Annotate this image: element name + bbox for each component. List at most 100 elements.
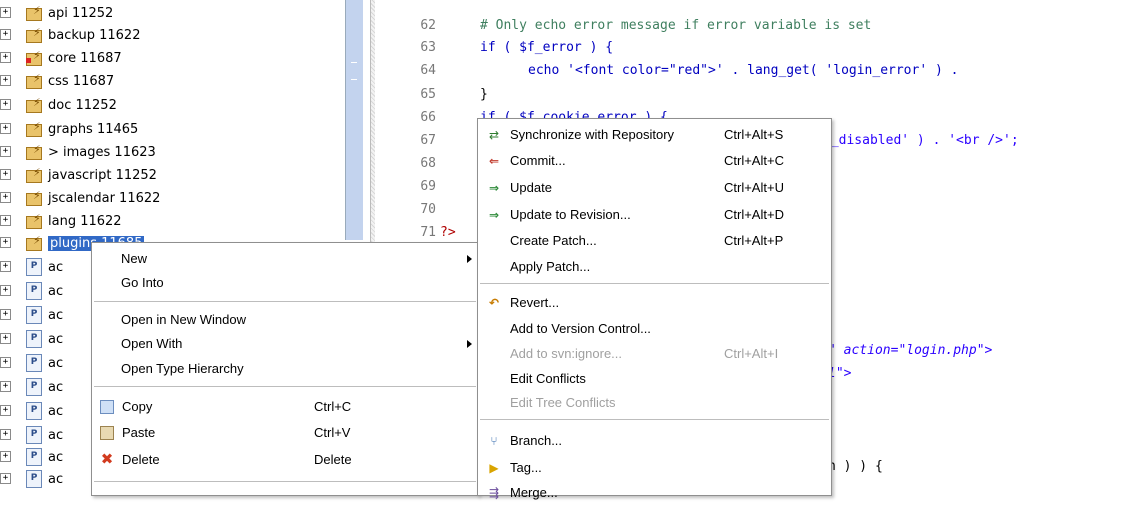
tree-item-folder[interactable]: + ⚡ core 11687 — [0, 47, 122, 69]
menu-item-open-type-hierarchy[interactable]: Open Type Hierarchy — [92, 357, 478, 381]
menu-item-shortcut: Ctrl+V — [314, 425, 351, 440]
tree-item-file[interactable]: + P ac — [0, 328, 64, 350]
tree-item-file[interactable]: + P ac — [0, 304, 63, 326]
menu-item-edit-tree-conflicts: Edit Tree Conflicts — [478, 391, 831, 415]
tree-item-folder[interactable]: + ⚡ jscalendar 11622 — [0, 187, 160, 209]
expand-icon[interactable]: + — [0, 29, 11, 40]
menu-item-label: Apply Patch... — [510, 259, 591, 274]
tree-item-folder[interactable]: + ⚡ api 11252 — [0, 2, 113, 24]
expand-icon[interactable]: + — [0, 169, 11, 180]
tree-scrollbar-thumb[interactable] — [345, 0, 363, 240]
menu-item-label: Edit Conflicts — [510, 371, 586, 386]
expand-icon[interactable]: + — [0, 52, 11, 63]
tree-item-label: lang 11622 — [48, 213, 122, 229]
tree-item-file[interactable]: + P ac — [0, 352, 63, 374]
branch-icon: ⑂ — [490, 434, 498, 448]
expand-icon[interactable]: + — [0, 75, 11, 86]
line-number: 70 — [420, 202, 436, 217]
expand-icon[interactable]: + — [0, 146, 11, 157]
expand-icon[interactable]: + — [0, 451, 11, 462]
menu-item-delete[interactable]: ✖ Delete Delete — [92, 448, 478, 472]
expand-icon[interactable]: + — [0, 381, 11, 392]
expand-icon[interactable]: + — [0, 261, 11, 272]
menu-item-open-in-new-window[interactable]: Open in New Window — [92, 308, 478, 332]
menu-separator — [94, 386, 476, 387]
tree-item-label: doc 11252 — [48, 97, 117, 113]
menu-item-shortcut: Ctrl+Alt+S — [724, 127, 784, 142]
tag-icon: ▶ — [489, 461, 499, 475]
expand-icon[interactable]: + — [0, 215, 11, 226]
expand-icon[interactable]: + — [0, 192, 11, 203]
tree-item-label: ac — [48, 379, 64, 395]
php-file-icon: P — [26, 330, 42, 348]
team-submenu: ⇄ Synchronize with Repository Ctrl+Alt+S… — [477, 118, 832, 500]
tree-item-label: ac — [48, 331, 64, 347]
expand-icon[interactable]: + — [0, 473, 11, 484]
expand-icon[interactable]: + — [0, 285, 11, 296]
tree-item-file[interactable]: + P ac — [0, 468, 63, 490]
menu-item-apply-patch[interactable]: Apply Patch... — [478, 255, 831, 279]
tree-item-folder[interactable]: + ⚡ > images 11623 — [0, 141, 156, 163]
tree-item-file[interactable]: + P ac — [0, 256, 63, 278]
tree-item-file[interactable]: + P ac — [0, 424, 63, 446]
menu-item-shortcut: Ctrl+C — [314, 399, 352, 414]
package-folder-icon: ⚡ — [26, 212, 44, 229]
expand-icon[interactable]: + — [0, 7, 11, 18]
expand-icon[interactable]: + — [0, 357, 11, 368]
line-number: 67 — [420, 133, 436, 148]
php-file-icon: P — [26, 282, 42, 300]
tree-item-file[interactable]: + P ac — [0, 400, 63, 422]
menu-item-tag[interactable]: ▶ Tag... — [478, 456, 831, 480]
copy-icon — [100, 400, 114, 414]
update-revision-icon: ⇒ — [488, 208, 500, 222]
menu-item-merge[interactable]: ⇶ Merge... — [478, 481, 831, 505]
expand-icon[interactable]: + — [0, 309, 11, 320]
tree-item-folder[interactable]: + ⚡ backup 11622 — [0, 24, 140, 46]
menu-item-create-patch[interactable]: Create Patch... Ctrl+Alt+P — [478, 229, 831, 253]
menu-item-commit[interactable]: ⇐ Commit... Ctrl+Alt+C — [478, 149, 831, 173]
menu-item-label: Open in New Window — [121, 312, 246, 327]
expand-icon[interactable]: + — [0, 405, 11, 416]
menu-item-label: Merge... — [510, 485, 558, 500]
menu-item-edit-conflicts[interactable]: Edit Conflicts — [478, 367, 831, 391]
tree-item-label: javascript 11252 — [48, 167, 157, 183]
menu-item-branch[interactable]: ⑂ Branch... — [478, 429, 831, 453]
tree-item-folder[interactable]: + ⚡ doc 11252 — [0, 94, 117, 116]
tree-item-folder[interactable]: + ⚡ graphs 11465 — [0, 118, 138, 140]
menu-item-go-into[interactable]: Go Into — [92, 271, 478, 295]
expand-icon[interactable]: + — [0, 237, 11, 248]
expand-icon[interactable]: + — [0, 123, 11, 134]
code-line: ?> — [440, 225, 456, 240]
menu-item-revert[interactable]: ↶ Revert... — [478, 291, 831, 315]
menu-item-copy[interactable]: Copy Ctrl+C — [92, 395, 478, 419]
menu-item-update-to-revision[interactable]: ⇒ Update to Revision... Ctrl+Alt+D — [478, 203, 831, 227]
menu-item-synchronize[interactable]: ⇄ Synchronize with Repository Ctrl+Alt+S — [478, 123, 831, 147]
menu-separator — [480, 283, 829, 284]
expand-icon[interactable]: + — [0, 333, 11, 344]
menu-item-add-to-svn-ignore: Add to svn:ignore... Ctrl+Alt+I — [478, 342, 831, 366]
menu-item-update[interactable]: ⇒ Update Ctrl+Alt+U — [478, 176, 831, 200]
php-file-icon: P — [26, 306, 42, 324]
menu-item-label: Update to Revision... — [510, 207, 631, 222]
menu-separator — [480, 419, 829, 420]
expand-icon[interactable]: + — [0, 99, 11, 110]
menu-item-open-with[interactable]: Open With — [92, 332, 478, 356]
menu-item-add-to-version-control[interactable]: Add to Version Control... — [478, 317, 831, 341]
tree-item-label: core 11687 — [48, 50, 122, 66]
tree-item-file[interactable]: + P ac — [0, 376, 64, 398]
line-number: 71 — [420, 225, 436, 240]
tree-item-folder[interactable]: + ⚡ css 11687 — [0, 70, 114, 92]
menu-item-paste[interactable]: Paste Ctrl+V — [92, 421, 478, 445]
tree-item-file[interactable]: + P ac — [0, 446, 63, 468]
menu-item-label: Revert... — [510, 295, 560, 310]
tree-item-folder[interactable]: + ⚡ lang 11622 — [0, 210, 122, 232]
submenu-arrow-icon — [467, 340, 472, 348]
menu-item-new[interactable]: New — [92, 247, 478, 271]
tree-item-folder[interactable]: + ⚡ javascript 11252 — [0, 164, 157, 186]
expand-icon[interactable]: + — [0, 429, 11, 440]
line-number: 68 — [420, 156, 436, 171]
line-number: 64 — [420, 63, 436, 78]
menu-item-label: Open Type Hierarchy — [121, 361, 244, 376]
menu-item-label: New — [121, 251, 148, 266]
tree-item-file[interactable]: + P ac — [0, 280, 63, 302]
